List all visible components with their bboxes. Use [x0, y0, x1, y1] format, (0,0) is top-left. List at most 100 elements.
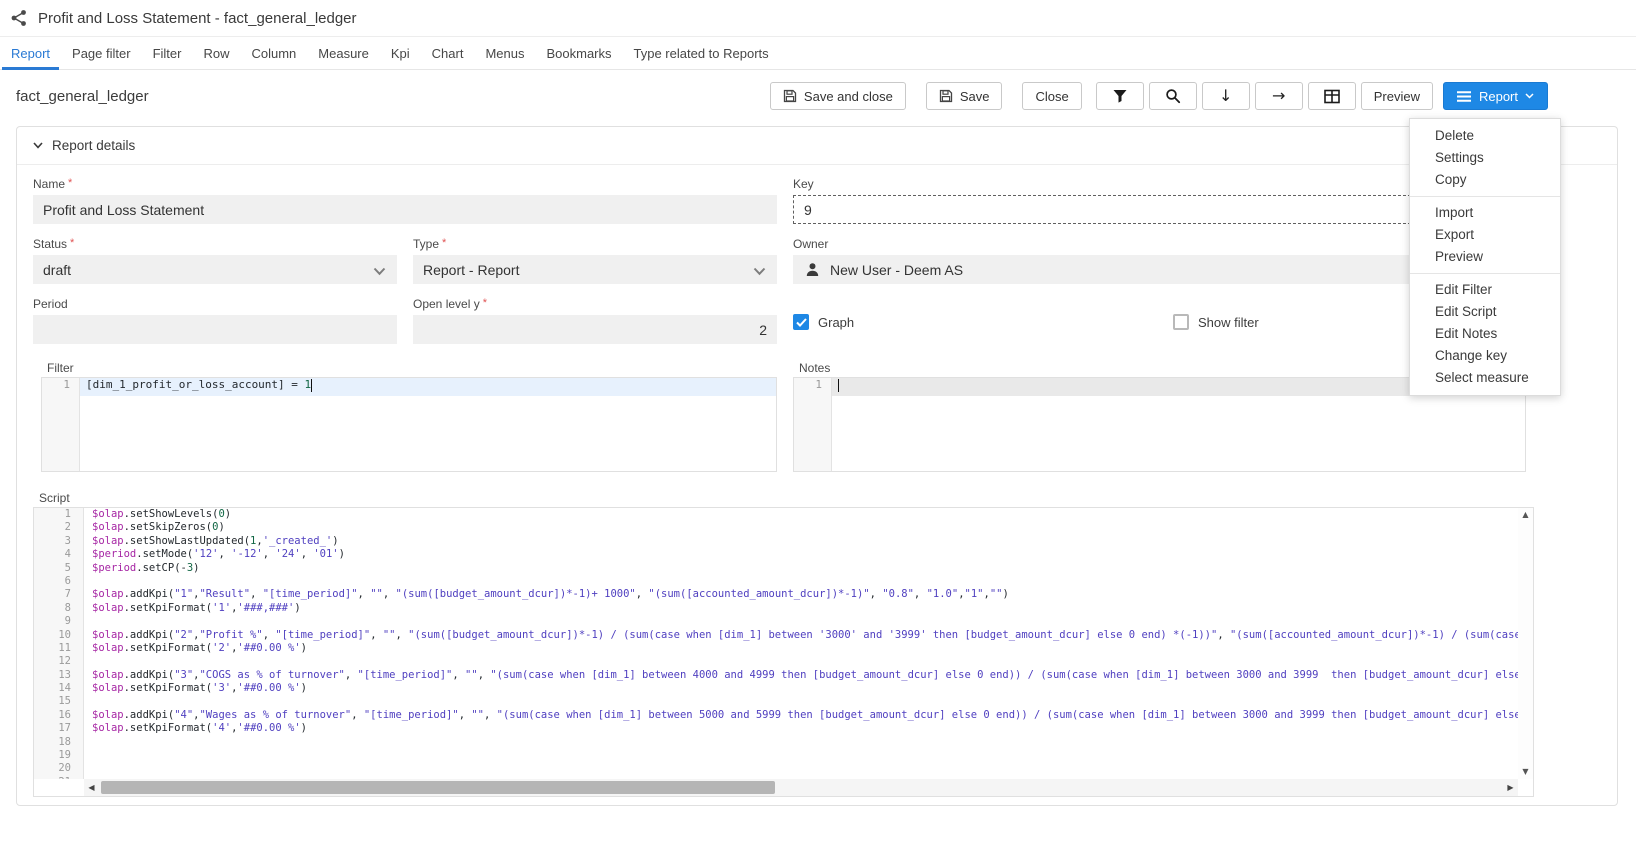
line-number: 8: [34, 602, 83, 615]
tab-chart[interactable]: Chart: [421, 38, 475, 69]
preview-button[interactable]: Preview: [1361, 82, 1433, 110]
scroll-up-arrow-icon[interactable]: ▲: [1522, 511, 1528, 519]
chevron-down-icon: [373, 263, 386, 279]
code-line[interactable]: $olap.setKpiFormat('1','###,###'): [84, 602, 1533, 615]
code-line[interactable]: $olap.setShowLevels(0): [84, 508, 1533, 521]
search-button[interactable]: [1149, 82, 1197, 110]
status-select[interactable]: draft: [33, 255, 397, 284]
report-menu-button[interactable]: Report: [1443, 82, 1548, 110]
menu-item-export[interactable]: Export: [1410, 224, 1560, 246]
text-cursor: [311, 379, 312, 392]
line-number: 6: [34, 575, 83, 588]
code-line[interactable]: [84, 615, 1533, 628]
editor-gutter: 1: [42, 378, 80, 471]
menu-divider: [1410, 196, 1560, 197]
tab-type-related-to-reports[interactable]: Type related to Reports: [623, 38, 780, 69]
code-line[interactable]: $period.setMode('12', '-12', '24', '01'): [84, 548, 1533, 561]
move-down-button[interactable]: ↓: [1202, 82, 1250, 110]
scroll-right-arrow-icon[interactable]: ▶: [1503, 783, 1518, 792]
menu-item-change-key[interactable]: Change key: [1410, 345, 1560, 367]
open-level-y-field[interactable]: 2: [413, 315, 777, 344]
line-number: 19: [34, 749, 83, 762]
menu-item-settings[interactable]: Settings: [1410, 147, 1560, 169]
editor-code-area[interactable]: [dim_1_profit_or_loss_account] = 1: [80, 378, 776, 471]
tab-bookmarks[interactable]: Bookmarks: [535, 38, 622, 69]
show-filter-checkbox-row[interactable]: Show filter: [1173, 314, 1259, 330]
table-view-button[interactable]: [1308, 82, 1356, 110]
menu-item-copy[interactable]: Copy: [1410, 169, 1560, 191]
code-line[interactable]: [84, 655, 1533, 668]
tab-column[interactable]: Column: [240, 38, 307, 69]
save-and-close-button[interactable]: Save and close: [770, 82, 906, 110]
person-icon: [805, 262, 820, 277]
horizontal-scrollbar[interactable]: ◀ ▶: [84, 779, 1518, 796]
show-filter-checkbox[interactable]: [1173, 314, 1189, 330]
line-number: 1: [34, 508, 83, 521]
code-line[interactable]: $olap.setKpiFormat('3','##0.00 %'): [84, 682, 1533, 695]
code-line[interactable]: $olap.addKpi("2","Profit %", "[time_peri…: [84, 629, 1533, 642]
code-line[interactable]: [84, 749, 1533, 762]
line-number: 5: [34, 562, 83, 575]
graph-checkbox[interactable]: [793, 314, 809, 330]
code-line[interactable]: $olap.setKpiFormat('2','##0.00 %'): [84, 642, 1533, 655]
line-number: 1: [42, 378, 79, 396]
code-line[interactable]: [84, 776, 1533, 779]
name-label: Name*: [33, 177, 72, 191]
code-line[interactable]: $olap.addKpi("3","COGS as % of turnover"…: [84, 669, 1533, 682]
filter-editor[interactable]: 1 [dim_1_profit_or_loss_account] = 1: [41, 377, 777, 472]
tab-page-filter[interactable]: Page filter: [61, 38, 142, 69]
script-editor[interactable]: 123456789101112131415161718192021 $olap.…: [33, 507, 1534, 797]
menu-item-import[interactable]: Import: [1410, 202, 1560, 224]
save-icon: [783, 89, 797, 103]
arrow-down-icon: ↓: [1219, 88, 1232, 104]
line-number: 21: [34, 776, 83, 779]
tab-row[interactable]: Row: [192, 38, 240, 69]
type-select[interactable]: Report - Report: [413, 255, 777, 284]
tab-filter[interactable]: Filter: [142, 38, 193, 69]
vertical-scrollbar[interactable]: ▲ ▼: [1518, 508, 1533, 779]
scrollbar-thumb[interactable]: [101, 781, 775, 794]
line-number: 16: [34, 709, 83, 722]
close-button[interactable]: Close: [1022, 82, 1081, 110]
code-line[interactable]: [84, 695, 1533, 708]
code-line[interactable]: $olap.setKpiFormat('4','##0.00 %'): [84, 722, 1533, 735]
tab-menus[interactable]: Menus: [474, 38, 535, 69]
filter-button[interactable]: [1096, 82, 1144, 110]
code-line[interactable]: [dim_1_profit_or_loss_account] = 1: [80, 378, 776, 396]
code-line[interactable]: [84, 762, 1533, 775]
report-details-header[interactable]: Report details: [17, 127, 1617, 165]
menu-item-preview[interactable]: Preview: [1410, 246, 1560, 268]
tab-measure[interactable]: Measure: [307, 38, 380, 69]
name-field[interactable]: Profit and Loss Statement: [33, 195, 777, 224]
code-line[interactable]: $olap.addKpi("1","Result", "[time_period…: [84, 588, 1533, 601]
code-line[interactable]: $olap.addKpi("4","Wages as % of turnover…: [84, 709, 1533, 722]
code-line[interactable]: $olap.setSkipZeros(0): [84, 521, 1533, 534]
scrollbar-track[interactable]: [99, 781, 1503, 794]
tab-kpi[interactable]: Kpi: [380, 38, 421, 69]
scroll-down-arrow-icon[interactable]: ▼: [1522, 768, 1528, 776]
move-right-button[interactable]: →: [1255, 82, 1303, 110]
show-filter-checkbox-label: Show filter: [1198, 315, 1259, 330]
menu-item-delete[interactable]: Delete: [1410, 125, 1560, 147]
save-button[interactable]: Save: [926, 82, 1003, 110]
menu-item-select-measure[interactable]: Select measure: [1410, 367, 1560, 389]
line-number: 14: [34, 682, 83, 695]
line-number: 15: [34, 695, 83, 708]
code-line[interactable]: $period.setCP(-3): [84, 562, 1533, 575]
code-line[interactable]: [84, 736, 1533, 749]
line-number: 9: [34, 615, 83, 628]
menu-item-edit-notes[interactable]: Edit Notes: [1410, 323, 1560, 345]
graph-checkbox-row[interactable]: Graph: [793, 314, 854, 330]
tab-report[interactable]: Report: [0, 38, 61, 69]
report-menu-label: Report: [1479, 89, 1518, 104]
menu-item-edit-script[interactable]: Edit Script: [1410, 301, 1560, 323]
type-value: Report - Report: [423, 262, 519, 278]
open-level-y-value: 2: [759, 322, 767, 338]
save-icon: [939, 89, 953, 103]
editor-code-area[interactable]: $olap.setShowLevels(0)$olap.setSkipZeros…: [84, 508, 1533, 779]
period-field[interactable]: [33, 315, 397, 344]
menu-item-edit-filter[interactable]: Edit Filter: [1410, 279, 1560, 301]
code-line[interactable]: $olap.setShowLastUpdated(1,'_created_'): [84, 535, 1533, 548]
code-line[interactable]: [84, 575, 1533, 588]
scroll-left-arrow-icon[interactable]: ◀: [84, 783, 99, 792]
